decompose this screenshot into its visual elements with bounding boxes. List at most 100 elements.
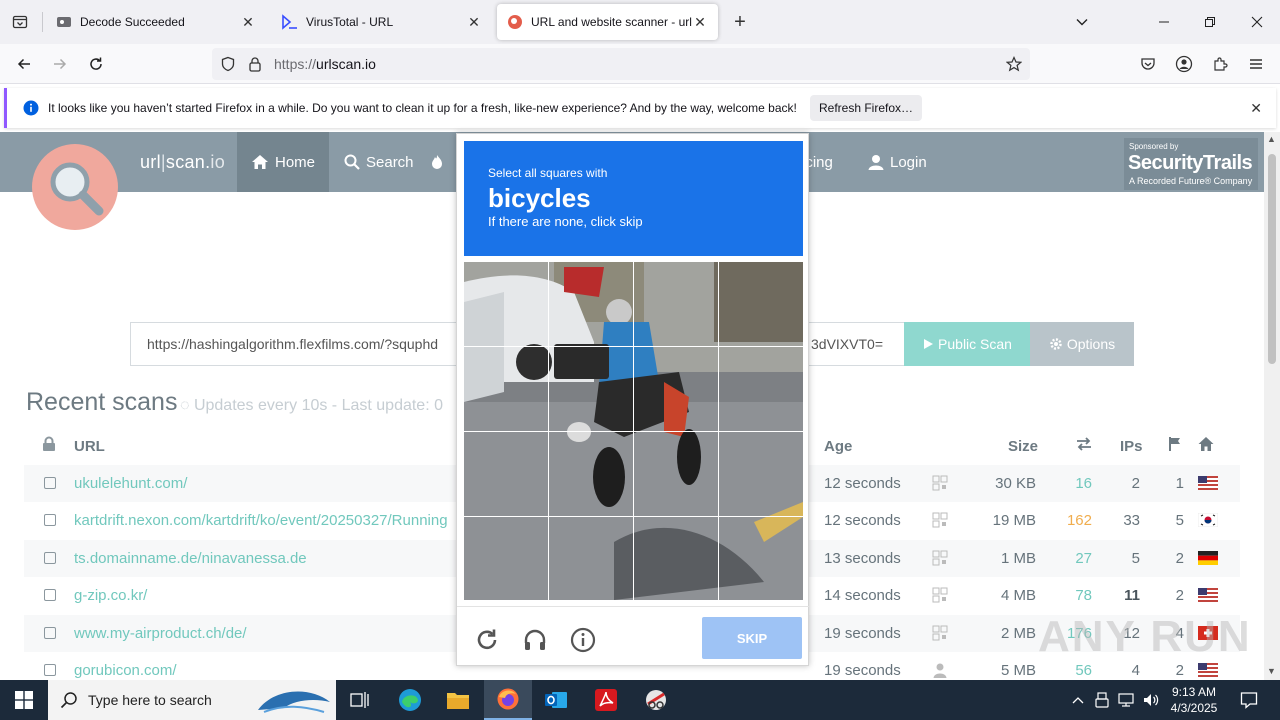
flame-icon[interactable]: [430, 132, 444, 192]
lock-icon[interactable]: [248, 56, 262, 75]
captcha-tile-10[interactable]: [548, 431, 634, 517]
system-clock[interactable]: 9:13 AM 4/3/2025: [1166, 684, 1222, 716]
home-icon: [251, 154, 269, 170]
list-all-tabs-icon[interactable]: [1068, 8, 1096, 36]
task-view-icon[interactable]: [336, 680, 384, 720]
menu-search[interactable]: Search: [330, 132, 428, 192]
forward-arrow-icon[interactable]: [46, 50, 74, 78]
taskbar-search-box[interactable]: Type here to search: [48, 680, 336, 720]
reload-challenge-icon[interactable]: [473, 626, 501, 654]
urlscan-logo[interactable]: [32, 144, 118, 230]
screenshot-thumb-icon[interactable]: [932, 587, 948, 603]
snipping-tool-icon[interactable]: [632, 680, 680, 720]
row-checkbox[interactable]: [44, 477, 56, 489]
new-tab-button[interactable]: +: [728, 10, 752, 34]
captcha-tile-7[interactable]: [633, 346, 719, 432]
screenshot-thumb-icon[interactable]: [932, 475, 948, 491]
help-info-icon[interactable]: [569, 626, 597, 654]
requests-arrows-icon: [1076, 436, 1092, 456]
close-tab-icon[interactable]: ✕: [240, 14, 256, 30]
reload-icon[interactable]: [82, 50, 110, 78]
captcha-tile-2[interactable]: [548, 262, 634, 347]
shield-icon[interactable]: [220, 56, 236, 75]
scan-url-value-start: https://hashingalgorithm.flexfilms.com/?…: [147, 336, 439, 352]
file-explorer-icon[interactable]: [434, 680, 482, 720]
site-brand[interactable]: url|scan.io: [140, 152, 225, 173]
audio-challenge-icon[interactable]: [521, 626, 549, 654]
close-tab-icon[interactable]: ✕: [692, 14, 708, 30]
row-url-link[interactable]: gorubicon.com/: [74, 662, 177, 679]
public-scan-button[interactable]: Public Scan: [904, 322, 1030, 366]
captcha-tile-11[interactable]: [633, 431, 719, 517]
address-bar[interactable]: https://urlscan.io: [212, 48, 1030, 80]
minimize-icon[interactable]: [1150, 8, 1178, 36]
captcha-tile-4[interactable]: [718, 262, 803, 347]
captcha-tile-16[interactable]: [718, 516, 803, 600]
column-age[interactable]: Age: [824, 438, 852, 455]
restore-icon[interactable]: [1196, 8, 1224, 36]
refresh-firefox-button[interactable]: Refresh Firefox…: [810, 95, 922, 121]
row-checkbox[interactable]: [44, 514, 56, 526]
close-notification-icon[interactable]: ✕: [1250, 100, 1262, 117]
row-checkbox[interactable]: [44, 552, 56, 564]
captcha-tile-15[interactable]: [633, 516, 719, 600]
captcha-tile-13[interactable]: [464, 516, 549, 600]
close-window-icon[interactable]: [1243, 8, 1271, 36]
captcha-tile-8[interactable]: [718, 346, 803, 432]
notification-center-icon[interactable]: [1234, 680, 1264, 720]
screenshot-thumb-icon[interactable]: [932, 625, 948, 641]
extensions-icon[interactable]: [1206, 50, 1234, 78]
row-url-link[interactable]: g-zip.co.kr/: [74, 587, 147, 604]
row-checkbox[interactable]: [44, 589, 56, 601]
row-url-link[interactable]: ts.domainname.de/ninavanessa.de: [74, 550, 307, 567]
back-arrow-icon[interactable]: [10, 50, 38, 78]
page-scrollbar[interactable]: ▲ ▼: [1264, 132, 1280, 680]
captcha-tile-14[interactable]: [548, 516, 634, 600]
row-url-link[interactable]: www.my-airproduct.ch/de/: [74, 625, 247, 642]
scroll-down-icon[interactable]: ▼: [1267, 666, 1276, 676]
captcha-tile-1[interactable]: [464, 262, 549, 347]
tab-decode-succeeded[interactable]: Decode Succeeded ✕: [46, 4, 266, 40]
row-checkbox[interactable]: [44, 627, 56, 639]
firefox-icon[interactable]: [484, 680, 532, 720]
kr-flag-icon: [1197, 512, 1219, 528]
captcha-tile-3[interactable]: [633, 262, 719, 347]
windows-start-icon[interactable]: [0, 680, 48, 720]
column-ips[interactable]: IPs: [1120, 438, 1143, 455]
bookmark-star-icon[interactable]: [1005, 56, 1023, 75]
tab-list-icon[interactable]: [8, 10, 32, 34]
pocket-icon[interactable]: [1134, 50, 1162, 78]
column-url[interactable]: URL: [74, 438, 105, 455]
volume-icon[interactable]: [1141, 680, 1161, 720]
scrollbar-thumb[interactable]: [1268, 154, 1276, 364]
screenshot-thumb-icon[interactable]: [932, 512, 948, 528]
skip-button[interactable]: SKIP: [702, 617, 802, 659]
url-text[interactable]: https://urlscan.io: [274, 56, 376, 72]
row-checkbox[interactable]: [44, 664, 56, 676]
acrobat-icon[interactable]: [582, 680, 630, 720]
menu-home[interactable]: Home: [237, 132, 330, 192]
scroll-up-icon[interactable]: ▲: [1267, 134, 1276, 144]
show-hidden-icons-chevron-icon[interactable]: [1068, 680, 1088, 720]
hamburger-menu-icon[interactable]: [1242, 50, 1270, 78]
row-url-link[interactable]: kartdrift.nexon.com/kartdrift/ko/event/2…: [74, 512, 448, 529]
tab-virustotal[interactable]: VirusTotal - URL ✕: [272, 4, 492, 40]
captcha-tile-9[interactable]: [464, 431, 549, 517]
row-url-link[interactable]: ukulelehunt.com/: [74, 475, 187, 492]
outlook-icon[interactable]: [532, 680, 580, 720]
captcha-tile-6[interactable]: [548, 346, 634, 432]
column-size[interactable]: Size: [1008, 438, 1038, 455]
user-thumb-icon[interactable]: [932, 662, 948, 678]
usb-device-icon[interactable]: [1092, 680, 1112, 720]
sponsor-securitytrails[interactable]: Sponsored by SecurityTrails A Recorded F…: [1124, 138, 1258, 190]
screenshot-thumb-icon[interactable]: [932, 550, 948, 566]
close-tab-icon[interactable]: ✕: [466, 14, 482, 30]
captcha-tile-5[interactable]: [464, 346, 549, 432]
captcha-tile-12[interactable]: [718, 431, 803, 517]
account-icon[interactable]: [1170, 50, 1198, 78]
options-button[interactable]: Options: [1030, 322, 1134, 366]
network-icon[interactable]: [1116, 680, 1138, 720]
tab-urlscan[interactable]: URL and website scanner - urlscan.io ✕: [497, 4, 718, 40]
edge-icon[interactable]: [386, 680, 434, 720]
menu-login[interactable]: Login: [854, 132, 941, 192]
